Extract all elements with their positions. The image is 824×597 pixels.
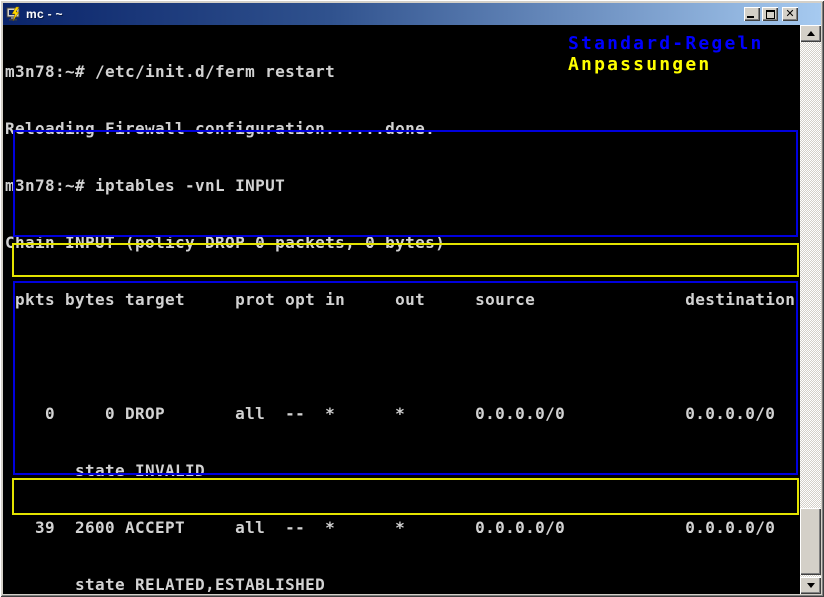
- terminal-screen[interactable]: m3n78:~# /etc/init.d/ferm restart Reload…: [3, 25, 800, 594]
- close-icon: ✕: [785, 8, 794, 19]
- titlebar[interactable]: mc - ~ ✕: [3, 3, 821, 25]
- terminal-line: m3n78:~# iptables -vnL INPUT: [5, 176, 795, 195]
- scrollbar-thumb[interactable]: [800, 508, 821, 575]
- scroll-up-icon: [807, 27, 815, 36]
- terminal-rule-row: 39 2600 ACCEPT all -- * * 0.0.0.0/0 0.0.…: [5, 518, 795, 537]
- maximize-button[interactable]: [762, 7, 778, 21]
- scroll-down-button[interactable]: [800, 577, 821, 594]
- maximize-icon: [766, 10, 775, 19]
- scroll-up-button[interactable]: [800, 25, 821, 42]
- minimize-button[interactable]: [744, 7, 760, 21]
- terminal-rule-row: state INVALID: [5, 461, 795, 480]
- window-controls: ✕: [744, 7, 798, 21]
- putty-terminal-icon: [6, 6, 22, 22]
- window-title: mc - ~: [26, 7, 63, 21]
- terminal-rule-row: state RELATED,ESTABLISHED: [5, 575, 795, 594]
- terminal-window: mc - ~ ✕ m3n78:~# /etc/init.d/ferm resta…: [0, 0, 824, 597]
- vertical-scrollbar[interactable]: [800, 25, 821, 594]
- scroll-down-icon: [807, 583, 815, 592]
- window-content: m3n78:~# /etc/init.d/ferm restart Reload…: [3, 25, 821, 594]
- terminal-line: [5, 347, 795, 366]
- annotation-custom-rules: Anpassungen: [568, 55, 711, 75]
- annotation-standard-rules: Standard-Regeln: [568, 34, 764, 54]
- terminal-line: Chain INPUT (policy DROP 0 packets, 0 by…: [5, 233, 795, 252]
- terminal-output: m3n78:~# /etc/init.d/ferm restart Reload…: [5, 25, 795, 594]
- terminal-rule-row: 0 0 DROP all -- * * 0.0.0.0/0 0.0.0.0/0: [5, 404, 795, 423]
- close-button[interactable]: ✕: [782, 7, 798, 21]
- terminal-table-header: pkts bytes target prot opt in out source…: [5, 290, 795, 309]
- minimize-icon: [747, 16, 754, 18]
- terminal-line: Reloading Firewall configuration......do…: [5, 119, 795, 138]
